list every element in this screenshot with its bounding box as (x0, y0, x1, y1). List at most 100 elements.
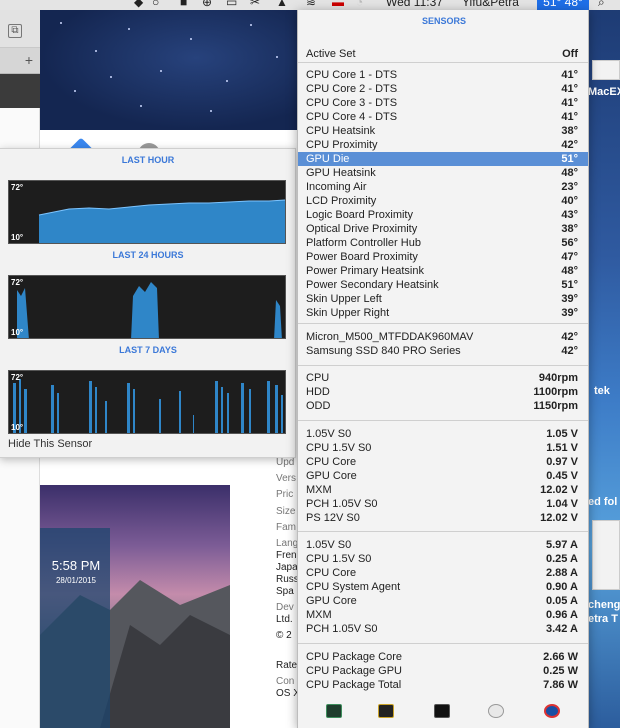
sensor-row[interactable]: PCH 1.05V S0 3.42 A (298, 622, 588, 636)
sensor-row[interactable]: Incoming Air 23° (298, 180, 588, 194)
sensor-name: ODD (306, 400, 331, 412)
sensor-row[interactable]: CPU 1.5V S0 1.51 V (298, 441, 588, 455)
sensor-row[interactable]: Power Board Proximity 47° (298, 250, 588, 264)
duplicate-tab-icon[interactable]: ⧉ (8, 24, 22, 38)
sensor-row[interactable]: CPU Package GPU 0.25 W (298, 664, 588, 678)
sensor-row[interactable]: Skin Upper Left 39° (298, 292, 588, 306)
info-label: © 2 (276, 630, 292, 641)
time-machine-icon[interactable]: ◔ (356, 0, 363, 9)
sensor-row[interactable]: Power Primary Heatsink 48° (298, 264, 588, 278)
airplay-icon[interactable]: ▲ (276, 0, 288, 9)
sensor-name: CPU Package GPU (306, 665, 402, 677)
graph-min-label: 10° (11, 328, 24, 337)
desktop-file-label[interactable]: MacEX (588, 86, 620, 98)
spotlight-icon[interactable]: ⌕ (598, 0, 605, 10)
sensor-row[interactable]: CPU Core 2.88 A (298, 566, 588, 580)
sensor-value: 41° (561, 69, 578, 81)
sensor-value: 41° (561, 83, 578, 95)
tools-icon[interactable]: ✂ (250, 0, 260, 9)
sensor-name: Active Set (306, 48, 356, 60)
temperature-status-item[interactable]: 51° 48° (537, 0, 589, 10)
sensor-row[interactable]: GPU Core 0.45 V (298, 469, 588, 483)
sensor-row[interactable]: 1.05V S0 5.97 A (298, 538, 588, 552)
sensor-row[interactable]: CPU Core 2 - DTS 41° (298, 82, 588, 96)
display-icon[interactable]: ▭ (226, 0, 237, 9)
sensor-row[interactable]: Power Secondary Heatsink 51° (298, 278, 588, 292)
sensor-row[interactable]: GPU Die 51° (298, 152, 588, 166)
sensor-row[interactable]: CPU Core 4 - DTS 41° (298, 110, 588, 124)
sensor-row[interactable]: GPU Heatsink 48° (298, 166, 588, 180)
info-label: Fren (276, 550, 297, 561)
desktop-file-label[interactable]: tek (594, 385, 610, 397)
sensor-row[interactable]: MXM 0.96 A (298, 608, 588, 622)
new-tab-icon[interactable]: + (22, 53, 36, 68)
sensor-row[interactable]: ODD 1150rpm (298, 399, 588, 413)
sensor-value: 12.02 V (540, 484, 578, 496)
sensor-value: 1100rpm (533, 386, 578, 398)
desktop-file-thumbnail[interactable] (592, 520, 620, 590)
sensor-row[interactable]: Logic Board Proximity 43° (298, 208, 588, 222)
desktop-file-label[interactable]: cheng (588, 599, 620, 611)
menubar-clock[interactable]: Wed 11:37 (386, 0, 443, 9)
info-label: Pric (276, 489, 294, 500)
screen: MacEX tek ed fol cheng etra T ◆ ○ ■ ⊕ ▭ … (0, 0, 620, 728)
sensor-row[interactable]: CPU Package Core 2.66 W (298, 650, 588, 664)
sensor-row[interactable]: CPU 940rpm (298, 371, 588, 385)
sensor-row[interactable]: Skin Upper Right 39° (298, 306, 588, 320)
sensor-row[interactable]: CPU Core 3 - DTS 41° (298, 96, 588, 110)
sensor-row[interactable]: CPU Heatsink 38° (298, 124, 588, 138)
sensor-name: PCH 1.05V S0 (306, 498, 378, 510)
sensor-row[interactable]: Platform Controller Hub 56° (298, 236, 588, 250)
globe-icon[interactable]: ⊕ (202, 0, 212, 9)
sensor-row[interactable]: LCD Proximity 40° (298, 194, 588, 208)
sensor-row[interactable]: MXM 12.02 V (298, 483, 588, 497)
menu-bar: ◆ ○ ■ ⊕ ▭ ✂ ▲ ≋ ▬ ◔ Wed 11:37 Yifu&Petra… (0, 0, 620, 10)
info-label: Size (276, 506, 296, 517)
sensor-name: GPU Die (306, 153, 350, 165)
sensor-row[interactable]: CPU Package Total 7.86 W (298, 678, 588, 692)
terminal-icon[interactable] (434, 704, 450, 718)
info-label: Rate (276, 660, 298, 671)
sensor-row[interactable]: CPU Core 0.97 V (298, 455, 588, 469)
sensor-row[interactable]: PS 12V S0 12.02 V (298, 511, 588, 525)
activity-monitor-icon[interactable] (326, 704, 342, 718)
sensor-row[interactable]: CPU Core 1 - DTS 41° (298, 68, 588, 82)
sensor-value: 39° (561, 293, 578, 305)
coffee-icon[interactable] (488, 704, 504, 718)
menubar-user[interactable]: Yifu&Petra (462, 0, 519, 9)
sensor-value: 940rpm (538, 372, 578, 384)
istat-icon[interactable] (378, 704, 394, 718)
desktop-file-thumbnail[interactable] (592, 60, 620, 80)
sensor-name: Incoming Air (306, 181, 367, 193)
sensor-name: GPU Core (306, 595, 357, 607)
hide-sensor-menu-item[interactable]: Hide This Sensor (8, 438, 92, 450)
desktop-file-label[interactable]: etra T (588, 613, 618, 625)
sensor-row[interactable]: GPU Core 0.05 A (298, 594, 588, 608)
sensor-row[interactable]: Micron_M500_MTFDDAK960MAV 42° (298, 330, 588, 344)
dropbox-icon[interactable]: ◆ (134, 0, 143, 9)
info-label: Japa (276, 562, 298, 573)
flag-icon[interactable]: ▬ (332, 0, 344, 9)
sensor-row[interactable]: Samsung SSD 840 PRO Series 42° (298, 344, 588, 358)
bluetooth-icon[interactable]: ■ (180, 0, 187, 9)
sensor-name: 1.05V S0 (306, 428, 352, 440)
network-icon[interactable] (544, 704, 560, 718)
desktop-file-label[interactable]: ed fol (588, 496, 617, 508)
wifi-icon[interactable]: ≋ (306, 0, 316, 9)
sensor-row[interactable]: CPU 1.5V S0 0.25 A (298, 552, 588, 566)
info-label: Russ (276, 574, 299, 585)
sync-icon[interactable]: ○ (152, 0, 159, 9)
sensor-row[interactable]: CPU System Agent 0.90 A (298, 580, 588, 594)
sensor-row[interactable]: CPU Proximity 42° (298, 138, 588, 152)
sensor-name: LCD Proximity (306, 195, 377, 207)
sensor-row[interactable]: Optical Drive Proximity 38° (298, 222, 588, 236)
sensor-row[interactable]: HDD 1100rpm (298, 385, 588, 399)
sensor-row[interactable]: PCH 1.05V S0 1.04 V (298, 497, 588, 511)
sensor-name: PS 12V S0 (306, 512, 360, 524)
sensor-name: GPU Core (306, 470, 357, 482)
sensor-row[interactable]: 1.05V S0 1.05 V (298, 427, 588, 441)
history-title-hour: LAST HOUR (121, 155, 175, 165)
sensor-row[interactable]: Active Set Off (298, 47, 588, 61)
sensor-name: Optical Drive Proximity (306, 223, 418, 235)
sensor-value: 2.66 W (543, 651, 578, 663)
